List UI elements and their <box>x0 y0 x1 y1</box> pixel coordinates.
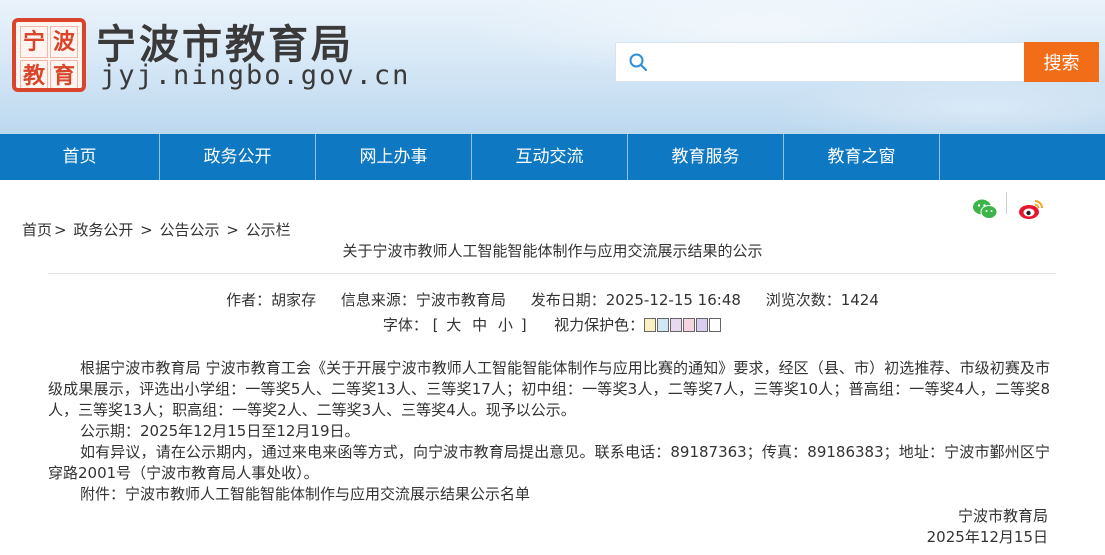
wechat-icon[interactable] <box>972 198 998 220</box>
date-value: 2025-12-15 16:48 <box>605 291 741 309</box>
eye-color-swatches <box>644 316 722 334</box>
signature-org: 宁波市教育局 <box>957 507 1048 525</box>
views-label: 浏览次数： <box>765 291 841 309</box>
nav-item-online-services[interactable]: 网上办事 <box>316 134 472 180</box>
views-count: 1424 <box>840 291 879 309</box>
nav-item-home[interactable]: 首页 <box>0 134 160 180</box>
search-input[interactable] <box>656 48 1016 76</box>
nav-item-education-window[interactable]: 教育之窗 <box>784 134 940 180</box>
site-logo-seal[interactable]: 宁 波 教 育 <box>12 18 86 92</box>
eye-color-swatch[interactable] <box>696 318 709 332</box>
paragraph-period: 公示期：2025年12月15日至12月19日。 <box>80 422 360 440</box>
source-value: 宁波市教育局 <box>415 291 506 309</box>
search-icon <box>629 53 648 72</box>
site-domain: jyj.ningbo.gov.cn <box>100 60 411 91</box>
font-bracket-open: [ <box>432 316 439 334</box>
seal-char: 波 <box>50 26 78 58</box>
breadcrumb-announcements[interactable]: 公告公示 <box>160 221 220 239</box>
site-header: 宁 波 教 育 宁波市教育局 jyj.ningbo.gov.cn 搜索 <box>0 0 1105 134</box>
paragraph-attachment[interactable]: 附件：宁波市教师人工智能智能体制作与应用交流展示结果公示名单 <box>48 484 1050 505</box>
signature-date: 2025年12月15日 <box>926 528 1048 546</box>
date-label: 发布日期： <box>530 291 606 309</box>
reading-options: 字体： [ 大 中 小 ] 视力保护色： <box>0 314 1105 335</box>
nav-item-education-services[interactable]: 教育服务 <box>628 134 784 180</box>
font-size-medium[interactable]: 中 <box>472 316 487 334</box>
eye-color-swatch[interactable] <box>657 318 670 332</box>
article-title: 关于宁波市教师人工智能智能体制作与应用交流展示结果的公示 <box>342 242 763 260</box>
paragraph-objections: 如有异议，请在公示期内，通过来电来函等方式，向宁波市教育局提出意见。联系电话：8… <box>48 443 1050 482</box>
nav-item-government-affairs[interactable]: 政务公开 <box>160 134 316 180</box>
eye-color-swatch[interactable] <box>709 318 722 332</box>
share-divider <box>1006 192 1007 214</box>
eye-color-swatch[interactable] <box>670 318 683 332</box>
seal-char: 育 <box>50 60 78 92</box>
breadcrumb: 首页 > 政务公开 > 公告公示 > 公示栏 <box>22 219 293 240</box>
breadcrumb-notice-board[interactable]: 公示栏 <box>246 221 291 239</box>
main-nav: 首页 政务公开 网上办事 互动交流 教育服务 教育之窗 <box>0 134 1105 180</box>
breadcrumb-home[interactable]: 首页 <box>22 221 52 239</box>
weibo-icon[interactable] <box>1018 198 1044 220</box>
breadcrumb-separator: > <box>54 221 67 239</box>
eye-color-swatch[interactable] <box>644 318 657 332</box>
signature-block: 宁波市教育局 2025年12月15日 <box>927 506 1048 548</box>
font-size-large[interactable]: 大 <box>446 316 461 334</box>
title-divider <box>48 273 1056 274</box>
seal-char: 教 <box>20 60 48 92</box>
breadcrumb-government-affairs[interactable]: 政务公开 <box>73 221 133 239</box>
paragraph-results: 根据宁波市教育局 宁波市教育工会《关于开展宁波市教师人工智能智能体制作与应用比赛… <box>48 359 1050 419</box>
font-label: 字体： <box>382 316 428 334</box>
font-bracket-close: ] <box>520 316 527 334</box>
breadcrumb-separator: > <box>221 221 244 239</box>
article-body: 根据宁波市教育局 宁波市教育工会《关于开展宁波市教师人工智能智能体制作与应用比赛… <box>48 358 1050 505</box>
eye-protection-label: 视力保护色： <box>554 316 645 334</box>
font-size-small[interactable]: 小 <box>498 316 513 334</box>
author-value: 胡家存 <box>271 291 317 309</box>
breadcrumb-separator: > <box>135 221 158 239</box>
nav-item-interaction[interactable]: 互动交流 <box>472 134 628 180</box>
source-label: 信息来源： <box>340 291 416 309</box>
author-label: 作者： <box>226 291 272 309</box>
search-button[interactable]: 搜索 <box>1024 42 1099 82</box>
eye-color-swatch[interactable] <box>683 318 696 332</box>
article-meta: 作者：胡家存 信息来源：宁波市教育局 发布日期：2025-12-15 16:48… <box>0 289 1105 310</box>
seal-char: 宁 <box>20 26 48 58</box>
